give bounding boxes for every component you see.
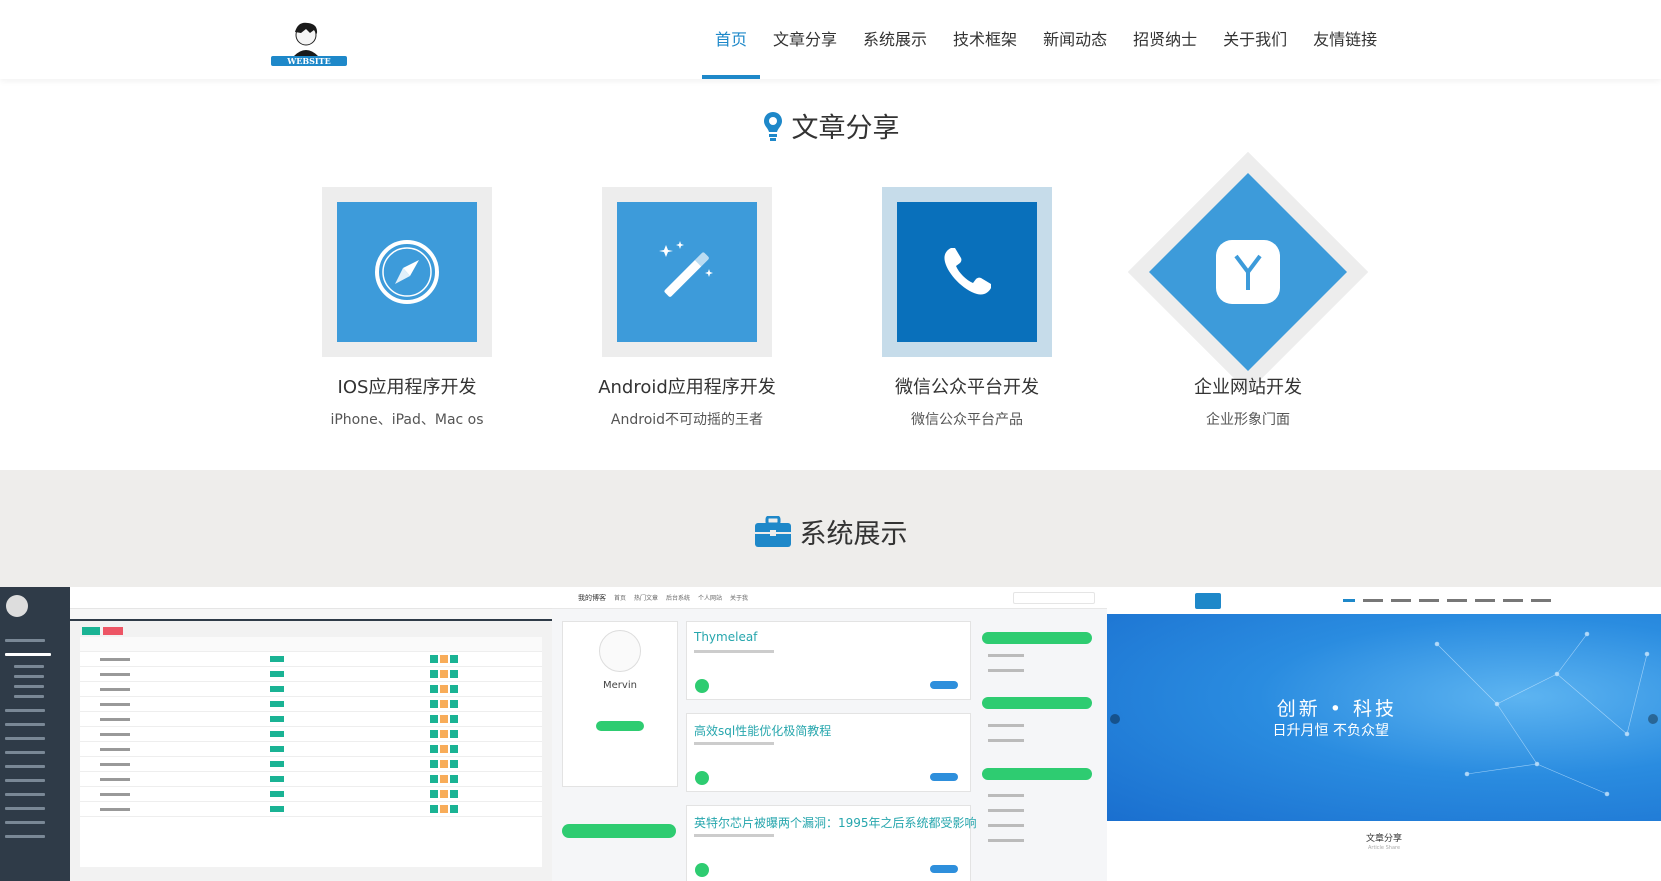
blog-nav-link: 个人网站 [698, 595, 723, 602]
card-desc: 微信公众平台产品 [911, 412, 1023, 428]
carousel-next-icon[interactable] [1648, 714, 1658, 724]
lightbulb-icon [763, 111, 782, 141]
site-header [1107, 587, 1661, 614]
blog-nav-link: 关于我 [730, 595, 749, 602]
magic-wand-icon [659, 241, 713, 297]
hero-slogan: 创新 • 科技 [1276, 698, 1397, 720]
systems-title: 系统展示 [799, 519, 908, 550]
top-navbar: WEBSITE 首页 文章分享 系统展示 技术框架 新闻动态 招贤纳士 关于我们 友情链接 [0, 0, 1661, 79]
site-logo[interactable]: WEBSITE [270, 18, 350, 68]
nav-item-1[interactable]: 文章分享 [760, 0, 850, 79]
nav-item-4[interactable]: 新闻动态 [1030, 0, 1120, 79]
card-diamond-frame [1128, 152, 1368, 392]
card-desc: 企业形象门面 [1206, 412, 1290, 428]
compass-icon [375, 240, 439, 304]
blog-quote-pill [562, 824, 676, 838]
blog-post: 英特尔芯片被曝两个漏洞：1995年之后系统都受影响 [686, 805, 977, 881]
blog-post: Thymeleaf [686, 621, 971, 700]
card-desc: iPhone、iPad、Mac os [330, 412, 484, 428]
card-title: 企业网站开发 [1194, 377, 1302, 398]
blog-author-name: Mervin [603, 680, 637, 691]
yen-icon [1216, 240, 1280, 304]
nav-item-6[interactable]: 关于我们 [1210, 0, 1300, 79]
nav-item-3[interactable]: 技术框架 [940, 0, 1030, 79]
card-title: Android应用程序开发 [598, 377, 776, 398]
site-section-subtitle: Article Share [1367, 845, 1401, 851]
logo-text: WEBSITE [286, 56, 330, 66]
card-desc: Android不可动摇的王者 [610, 412, 764, 428]
post-title: Thymeleaf [694, 630, 758, 644]
screenshot-blog[interactable]: 我的博客 首页 热门文章 后台系统 个人网站 关于我 Mervin Thymel… [552, 587, 1107, 881]
screenshot-website[interactable]: 创新 • 科技 日升月恒 不负众望 文章分享 Article Share [1107, 587, 1661, 881]
admin-topbar [70, 587, 552, 609]
screenshot-admin-panel[interactable] [0, 587, 552, 881]
card-icon-box [897, 202, 1037, 342]
blog-nav-link: 后台系统 [666, 595, 691, 602]
card-title: 微信公众平台开发 [895, 377, 1039, 398]
nav-item-2[interactable]: 系统展示 [850, 0, 940, 79]
articles-section-title: 文章分享 [0, 106, 1661, 145]
hero-subslogan: 日升月恒 不负众望 [1272, 723, 1389, 739]
blog-nav-link: 热门文章 [634, 595, 659, 602]
briefcase-icon [754, 515, 791, 547]
blog-nav-link: 首页 [614, 595, 627, 602]
carousel-prev-icon[interactable] [1110, 714, 1120, 724]
share-icon [695, 679, 709, 693]
avatar [599, 630, 641, 672]
nav-item-5[interactable]: 招贤纳士 [1120, 0, 1210, 79]
post-title: 高效sql性能优化极简教程 [694, 724, 832, 738]
card-icon-box [617, 202, 757, 342]
card-frame [322, 187, 492, 357]
post-title: 英特尔芯片被曝两个漏洞：1995年之后系统都受影响 [694, 816, 977, 830]
blog-profile-card: Mervin [562, 621, 678, 787]
avatar [6, 595, 28, 617]
blog-header: 我的博客 首页 热门文章 后台系统 个人网站 关于我 [552, 587, 1107, 609]
card-frame [882, 187, 1052, 357]
share-icon [695, 771, 709, 785]
main-nav: 首页 文章分享 系统展示 技术框架 新闻动态 招贤纳士 关于我们 友情链接 [702, 0, 1390, 79]
site-section-title: 文章分享 [1365, 834, 1402, 844]
phone-icon [944, 248, 991, 295]
card-frame [602, 187, 772, 357]
admin-sidebar [0, 587, 70, 881]
systems-section-title: 系统展示 [0, 512, 1661, 551]
nav-item-7[interactable]: 友情链接 [1300, 0, 1390, 79]
blog-brand: 我的博客 [578, 594, 606, 602]
articles-title: 文章分享 [791, 113, 900, 144]
card-title: IOS应用程序开发 [337, 377, 477, 398]
share-icon [695, 863, 709, 877]
admin-tabbar [70, 609, 552, 621]
admin-table [80, 637, 542, 867]
blog-post: 高效sql性能优化极简教程 [686, 713, 971, 792]
nav-item-0[interactable]: 首页 [702, 0, 761, 79]
card-icon-box [337, 202, 477, 342]
site-hero-banner: 创新 • 科技 日升月恒 不负众望 [1107, 614, 1661, 821]
csdn-button [596, 721, 644, 731]
